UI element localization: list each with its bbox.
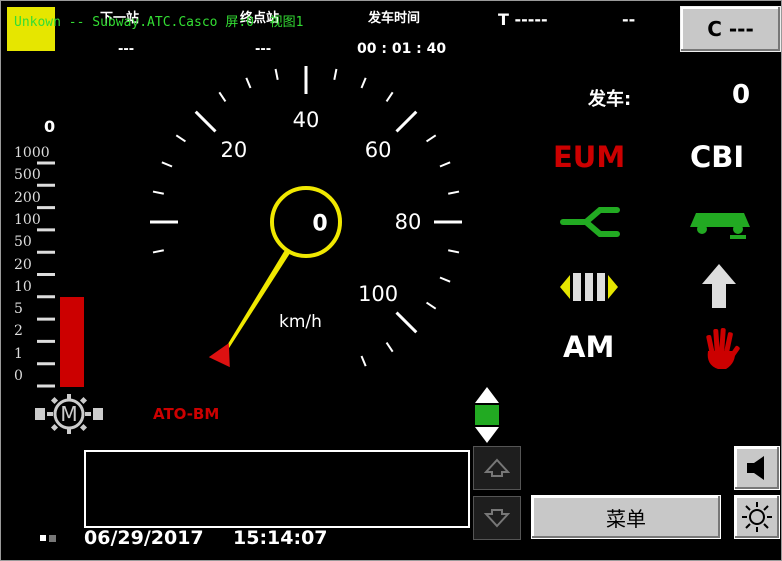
- current-speed: 0: [312, 212, 327, 237]
- speed-tick: [274, 68, 279, 80]
- speed-tick: [218, 91, 227, 102]
- am-indicator: AM: [563, 330, 615, 364]
- speed-label: 80: [395, 210, 422, 234]
- message-box: [84, 450, 470, 528]
- speed-tick: [152, 190, 164, 195]
- speed-tick: [426, 134, 437, 143]
- sun-icon: [742, 502, 772, 532]
- train-icon: [690, 213, 750, 239]
- volume-button[interactable]: [734, 446, 780, 490]
- brightness-button[interactable]: [734, 495, 780, 539]
- speed-label: 20: [221, 138, 248, 162]
- mode-label: ATO-BM: [153, 405, 220, 423]
- date-display: 06/29/2017: [84, 527, 204, 549]
- chevron-down-icon: [484, 509, 510, 528]
- target-speed-marker: [208, 343, 230, 368]
- speed-tick: [385, 342, 394, 353]
- scroll-up-button[interactable]: [473, 446, 521, 490]
- speed-label: 40: [293, 108, 320, 132]
- motor-icon: M: [35, 394, 103, 434]
- cbi-indicator: CBI: [690, 140, 745, 174]
- speed-tick: [426, 301, 437, 310]
- speed-tick: [448, 190, 460, 195]
- speed-tick: [152, 249, 164, 254]
- speed-tick: [161, 161, 173, 168]
- scroll-down-button[interactable]: [473, 496, 521, 540]
- chevron-up-icon: [484, 458, 510, 477]
- speed-unit: km/h: [279, 312, 322, 332]
- page-dot: [49, 535, 56, 542]
- speed-tick: [175, 134, 186, 143]
- speed-tick: [360, 355, 367, 367]
- stop-hand-icon: [706, 328, 740, 369]
- level-indicator: [475, 387, 499, 443]
- speed-label: 60: [365, 138, 392, 162]
- time-display: 15:14:07: [233, 527, 328, 549]
- traction-level-bar: [60, 297, 84, 387]
- speed-label: 100: [358, 282, 398, 306]
- switch-icon: [560, 207, 620, 237]
- eum-indicator: EUM: [553, 140, 626, 174]
- speed-tick: [395, 311, 418, 334]
- speed-tick: [245, 77, 252, 89]
- speed-tick: [333, 68, 338, 80]
- speed-needle: [225, 249, 291, 351]
- speed-tick: [439, 161, 451, 168]
- traction-scale: [37, 161, 84, 388]
- speed-tick: [395, 110, 418, 133]
- speed-tick: [385, 91, 394, 102]
- svg-text:M: M: [60, 402, 77, 426]
- up-arrow-icon: [702, 264, 736, 308]
- speed-tick: [448, 249, 460, 254]
- speed-tick: [194, 110, 217, 133]
- menu-button[interactable]: 菜单: [531, 495, 721, 539]
- speed-tick: [360, 77, 367, 89]
- door-icon: [560, 273, 618, 301]
- speed-tick: [439, 276, 451, 283]
- speaker-icon: [747, 456, 764, 480]
- page-dot-active: [40, 535, 46, 541]
- speed-hub: [270, 186, 342, 258]
